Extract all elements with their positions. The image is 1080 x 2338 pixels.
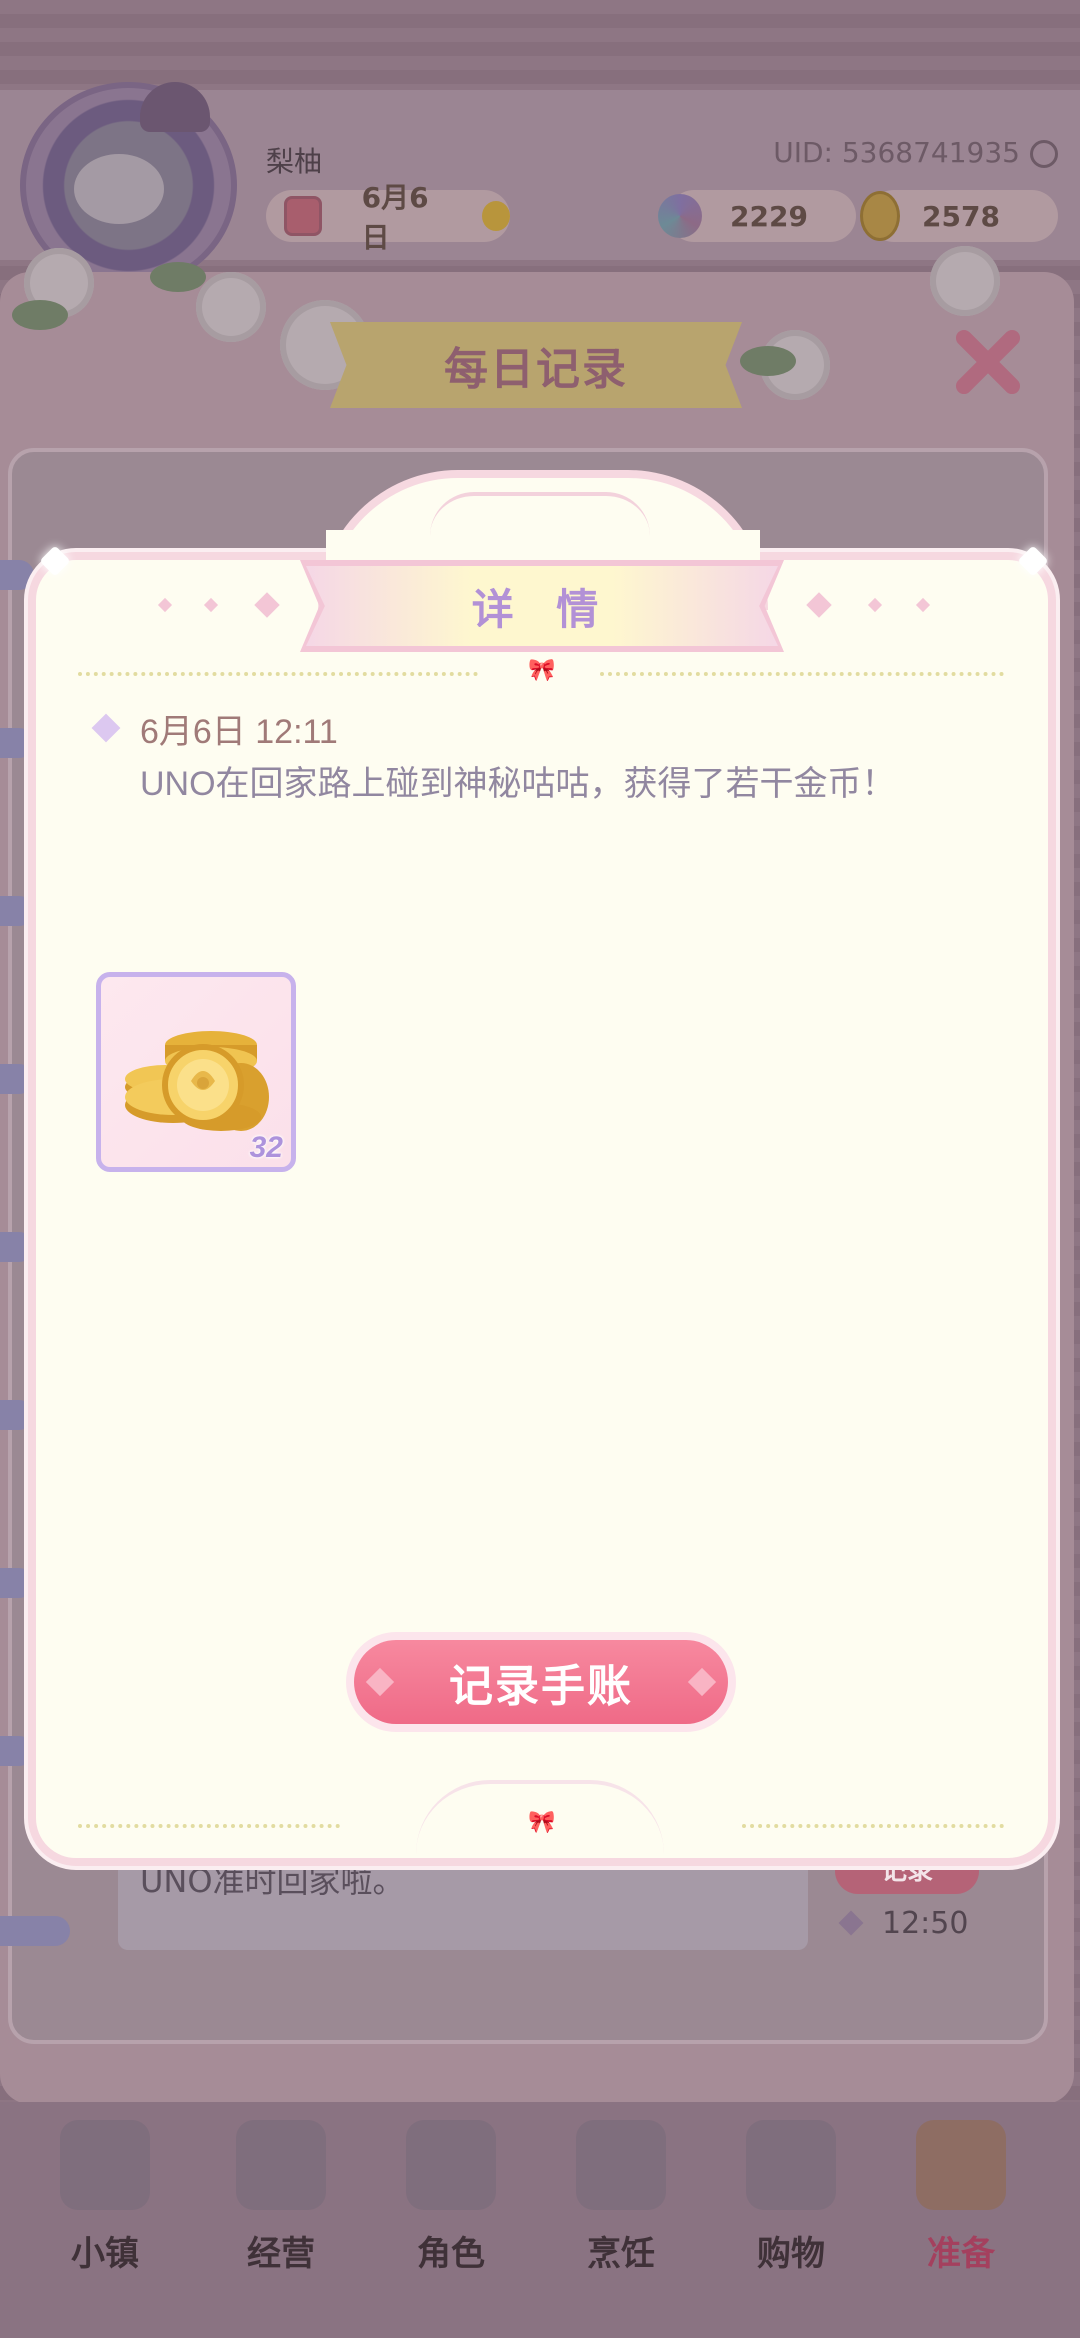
record-entry-time: 12:50 [882,1906,969,1941]
user-uid: UID: 5368741935 [773,136,1020,169]
nav-item-cooking[interactable]: 烹饪 [556,2120,686,2274]
character-icon [406,2120,496,2210]
detail-time: 6月6日 12:11 [140,713,338,751]
coin-counter[interactable]: 2578 [860,190,1058,242]
leaf-decoration [150,262,206,292]
coin-icon [860,191,900,241]
side-tab [0,1916,70,1946]
date-pill: 6月6日 [266,181,511,254]
nav-item-character[interactable]: 角色 [386,2120,516,2274]
detail-title: 详 情 [471,584,613,634]
copy-icon[interactable] [1030,140,1058,168]
divider [742,1824,1004,1828]
sun-icon [482,201,511,231]
side-tab [0,560,34,590]
flower-gem-icon [658,194,702,238]
close-icon[interactable] [950,324,1024,398]
reward-item[interactable]: 32 [96,972,296,1172]
gem-counter[interactable]: 2229 [658,190,856,242]
record-panel-banner: 每日记录 [330,322,742,408]
coin-count: 2578 [922,199,1000,233]
shopping-bag-icon [746,2120,836,2210]
record-journal-button[interactable]: 记录手账 [354,1640,728,1724]
map-icon [60,2120,150,2210]
burger-icon [576,2120,666,2210]
nav-label: 烹饪 [587,2234,655,2274]
date-text: 6月6日 [361,181,429,254]
detail-header-banner: 详 情 [306,566,778,646]
calendar-icon [284,196,322,236]
nav-label: 角色 [417,2234,485,2274]
bag-icon [236,2120,326,2210]
nav-item-shopping[interactable]: 购物 [726,2120,856,2274]
user-name: 梨柚 [266,145,323,178]
rose-decoration [196,272,266,342]
arch-ornament [430,492,650,536]
reward-count: 32 [249,1131,283,1164]
picnic-basket-icon [916,2120,1006,2210]
gem-count: 2229 [730,199,808,233]
detail-text: UNO在回家路上碰到神秘咕咕，获得了若干金币！ [140,765,896,803]
nav-item-town[interactable]: 小镇 [40,2120,170,2274]
nav-label: 购物 [757,2234,825,2274]
bow-icon: 🎀 [528,1810,556,1835]
rose-decoration [930,246,1000,316]
divider [78,1824,340,1828]
nav-label: 经营 [247,2234,315,2274]
nav-item-business[interactable]: 经营 [216,2120,346,2274]
divider [600,672,1004,676]
leaf-decoration [12,300,68,330]
nav-label: 准备 [927,2234,995,2274]
nav-label: 小镇 [71,2234,139,2274]
divider [78,672,478,676]
bow-icon: 🎀 [528,658,556,683]
leaf-decoration [740,346,796,376]
record-panel-title: 每日记录 [444,344,628,395]
nav-item-prepare[interactable]: 准备 [896,2120,1026,2274]
